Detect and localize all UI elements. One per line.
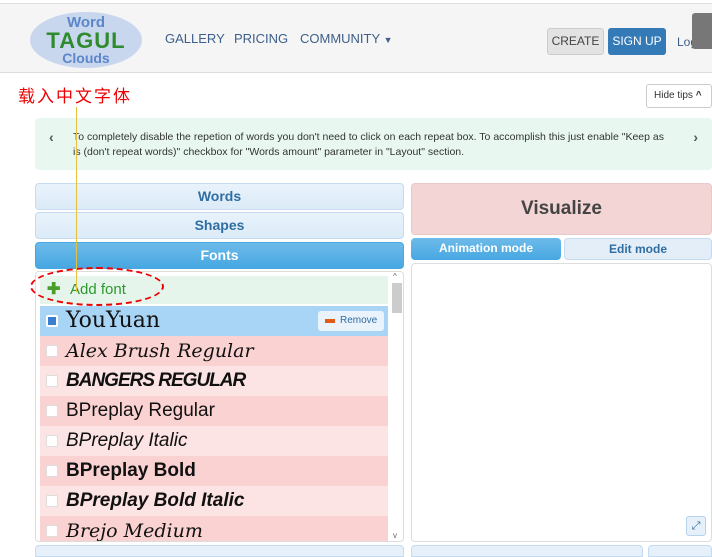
- font-list: ✚ Add font YouYuan Remove Alex Brush Regu…: [35, 271, 404, 542]
- signup-button[interactable]: SIGN UP: [608, 28, 666, 55]
- create-button[interactable]: CREATE: [547, 28, 604, 55]
- tagul-logo[interactable]: Word TAGUL Clouds: [30, 12, 142, 68]
- checkbox[interactable]: [46, 345, 58, 357]
- chevron-left-icon[interactable]: ‹: [49, 130, 54, 145]
- section-next[interactable]: [35, 545, 404, 557]
- tab-animation-mode[interactable]: Animation mode: [411, 238, 561, 260]
- checkbox[interactable]: [46, 495, 58, 507]
- top-navbar: Word TAGUL Clouds GALLERY PRICING COMMUN…: [0, 3, 712, 73]
- font-list-scrollbar[interactable]: ^ v: [390, 271, 404, 542]
- scroll-up-icon[interactable]: ^: [393, 272, 397, 281]
- remove-font-button[interactable]: Remove: [318, 311, 384, 331]
- checkbox[interactable]: [46, 525, 58, 537]
- annotation-arrow-line: [76, 107, 77, 292]
- hide-tips-button[interactable]: Hide tips ^: [646, 84, 712, 108]
- scroll-thumb[interactable]: [392, 283, 402, 313]
- font-item[interactable]: Alex Brush Regular: [40, 336, 388, 366]
- chevron-up-icon: ^: [695, 90, 702, 101]
- checkbox[interactable]: [46, 405, 58, 417]
- fullscreen-icon[interactable]: ⤢: [686, 516, 706, 536]
- caret-down-icon: ▼: [383, 35, 393, 45]
- checkbox[interactable]: [46, 315, 58, 327]
- font-item[interactable]: BPreplay Regular: [40, 396, 388, 426]
- tab-edit-mode[interactable]: Edit mode: [564, 238, 712, 260]
- word-cloud-canvas[interactable]: ⤢: [411, 263, 712, 542]
- section-fonts[interactable]: Fonts: [35, 242, 404, 269]
- bottom-button-left[interactable]: [411, 545, 643, 557]
- side-widget[interactable]: [692, 13, 712, 49]
- chevron-right-icon[interactable]: ›: [693, 130, 698, 145]
- visualize-button[interactable]: Visualize: [411, 183, 712, 235]
- nav-gallery[interactable]: GALLERY: [165, 31, 225, 46]
- nav-pricing[interactable]: PRICING: [234, 31, 288, 46]
- nav-community[interactable]: COMMUNITY ▼: [300, 31, 392, 46]
- font-item[interactable]: BPreplay Italic: [40, 426, 388, 456]
- annotation-label: 载入中文字体: [18, 87, 132, 107]
- bottom-button-right[interactable]: [648, 545, 712, 557]
- section-words[interactable]: Words: [35, 183, 404, 210]
- font-item[interactable]: BANGERS REGULAR: [40, 366, 388, 396]
- font-item[interactable]: BPreplay Bold Italic: [40, 486, 388, 516]
- tip-text: To completely disable the repetion of wo…: [73, 131, 664, 158]
- annotation-ellipse: [30, 267, 164, 306]
- checkbox[interactable]: [46, 435, 58, 447]
- font-item[interactable]: BPreplay Bold: [40, 456, 388, 486]
- checkbox[interactable]: [46, 465, 58, 477]
- checkbox[interactable]: [46, 375, 58, 387]
- font-item[interactable]: YouYuan Remove: [40, 306, 388, 336]
- section-shapes[interactable]: Shapes: [35, 212, 404, 239]
- minus-icon: [325, 319, 335, 323]
- scroll-down-icon[interactable]: v: [393, 531, 397, 540]
- font-item[interactable]: Brejo Medium: [40, 516, 388, 541]
- tips-panel: ‹ To completely disable the repetion of …: [35, 118, 712, 170]
